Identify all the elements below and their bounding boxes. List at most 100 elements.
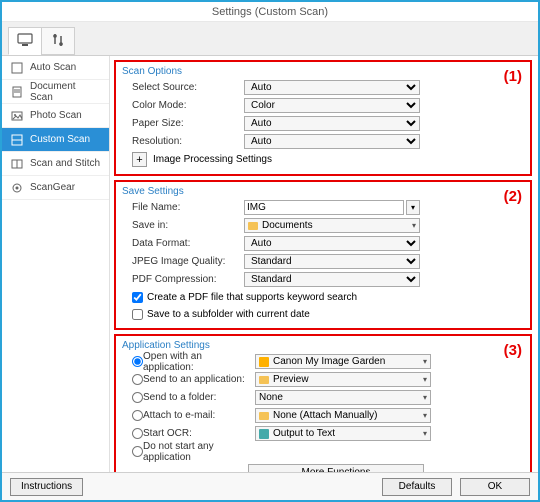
data-format-label: Data Format: xyxy=(122,238,244,249)
open-with-app-label: Open with an application: xyxy=(143,351,255,373)
send-to-folder-radio[interactable] xyxy=(132,392,143,403)
ocr-icon xyxy=(259,429,269,439)
save-in-label: Save in: xyxy=(122,220,244,231)
file-name-input[interactable] xyxy=(244,200,404,215)
defaults-label: Defaults xyxy=(399,481,436,492)
data-format-dropdown[interactable]: Auto xyxy=(244,236,420,251)
pdf-keyword-checkbox[interactable] xyxy=(132,292,143,303)
save-settings-title: Save Settings xyxy=(122,186,524,197)
sidebar-item-auto-scan[interactable]: Auto Scan xyxy=(2,56,109,80)
paper-size-label: Paper Size: xyxy=(122,118,244,129)
tools-icon xyxy=(51,33,65,50)
folder-icon xyxy=(248,222,258,230)
sidebar-item-document-scan[interactable]: Document Scan xyxy=(2,80,109,104)
pdf-compression-dropdown[interactable]: Standard xyxy=(244,272,420,287)
titlebar: Settings (Custom Scan) xyxy=(2,2,538,22)
resolution-dropdown[interactable]: Auto xyxy=(244,134,420,149)
app-settings-title: Application Settings xyxy=(122,340,524,351)
sidebar-item-label: ScanGear xyxy=(30,182,75,193)
more-functions-button[interactable]: More Functions xyxy=(248,464,424,473)
defaults-button[interactable]: Defaults xyxy=(382,478,452,496)
custom-icon xyxy=(10,134,24,146)
attach-email-radio[interactable] xyxy=(132,410,143,421)
callout-1: (1) xyxy=(504,68,522,85)
chevron-down-icon: ▾ xyxy=(423,357,427,366)
settings-window: Settings (Custom Scan) Auto Scan Documen… xyxy=(0,0,540,502)
save-in-dropdown[interactable]: Documents ▾ xyxy=(244,218,420,233)
send-to-app-dropdown[interactable]: Preview ▾ xyxy=(255,372,431,387)
application-settings-group: (3) Application Settings Open with an ap… xyxy=(114,334,532,472)
subfolder-label: Save to a subfolder with current date xyxy=(147,309,310,320)
sidebar-item-custom-scan[interactable]: Custom Scan xyxy=(2,128,109,152)
sidebar-item-photo-scan[interactable]: Photo Scan xyxy=(2,104,109,128)
send-to-folder-label: Send to a folder: xyxy=(143,392,255,403)
send-to-app-label: Send to an application: xyxy=(143,374,255,385)
paper-size-dropdown[interactable]: Auto xyxy=(244,116,420,131)
ok-button[interactable]: OK xyxy=(460,478,530,496)
content-area: (1) Scan Options Select Source: Auto Col… xyxy=(110,56,538,472)
save-settings-group: (2) Save Settings File Name: ▾ Save in: … xyxy=(114,180,532,330)
app-icon xyxy=(259,357,269,367)
stitch-icon xyxy=(10,158,24,170)
chevron-down-icon: ▾ xyxy=(423,429,427,438)
document-icon xyxy=(10,86,24,98)
chevron-down-icon: ▾ xyxy=(412,221,416,230)
callout-2: (2) xyxy=(504,188,522,205)
dialog-body: Auto Scan Document Scan Photo Scan Custo… xyxy=(2,56,538,472)
jpeg-quality-label: JPEG Image Quality: xyxy=(122,256,244,267)
chevron-down-icon: ▾ xyxy=(423,375,427,384)
app-icon xyxy=(259,376,269,384)
send-to-folder-value: None xyxy=(259,392,283,403)
ok-label: OK xyxy=(488,481,502,492)
pdf-compression-label: PDF Compression: xyxy=(122,274,244,285)
attach-email-value: None (Attach Manually) xyxy=(273,410,378,421)
attach-email-dropdown[interactable]: None (Attach Manually) ▾ xyxy=(255,408,431,423)
expand-image-processing-button[interactable]: + xyxy=(132,152,147,167)
mode-tabbar xyxy=(2,22,538,56)
tab-scan-from-computer[interactable] xyxy=(8,27,42,55)
file-name-label: File Name: xyxy=(122,202,244,213)
save-in-value: Documents xyxy=(262,220,313,231)
chevron-down-icon: ▾ xyxy=(423,411,427,420)
image-processing-label: Image Processing Settings xyxy=(153,154,272,165)
sidebar-item-scan-stitch[interactable]: Scan and Stitch xyxy=(2,152,109,176)
pdf-keyword-label: Create a PDF file that supports keyword … xyxy=(147,292,357,303)
sidebar-item-label: Scan and Stitch xyxy=(30,158,100,169)
select-source-label: Select Source: xyxy=(122,82,244,93)
chevron-down-icon: ▾ xyxy=(423,393,427,402)
color-mode-dropdown[interactable]: Color xyxy=(244,98,420,113)
scangear-icon xyxy=(10,182,24,194)
subfolder-checkbox[interactable] xyxy=(132,309,143,320)
sidebar: Auto Scan Document Scan Photo Scan Custo… xyxy=(2,56,110,472)
window-title: Settings (Custom Scan) xyxy=(212,6,328,18)
start-ocr-radio[interactable] xyxy=(132,428,143,439)
page-auto-icon xyxy=(10,62,24,74)
sidebar-item-label: Auto Scan xyxy=(30,62,76,73)
scan-options-group: (1) Scan Options Select Source: Auto Col… xyxy=(114,60,532,176)
resolution-label: Resolution: xyxy=(122,136,244,147)
select-source-dropdown[interactable]: Auto xyxy=(244,80,420,95)
send-to-app-value: Preview xyxy=(273,374,309,385)
color-mode-label: Color Mode: xyxy=(122,100,244,111)
start-ocr-dropdown[interactable]: Output to Text ▾ xyxy=(255,426,431,441)
tab-tools[interactable] xyxy=(41,27,75,55)
send-to-folder-dropdown[interactable]: None ▾ xyxy=(255,390,431,405)
do-not-start-radio[interactable] xyxy=(132,446,143,457)
instructions-button[interactable]: Instructions xyxy=(10,478,83,496)
jpeg-quality-dropdown[interactable]: Standard xyxy=(244,254,420,269)
start-ocr-value: Output to Text xyxy=(273,428,335,439)
more-functions-label: More Functions xyxy=(302,467,371,472)
send-to-app-radio[interactable] xyxy=(132,374,143,385)
mail-icon xyxy=(259,412,269,420)
open-with-app-dropdown[interactable]: Canon My Image Garden ▾ xyxy=(255,354,431,369)
sidebar-item-label: Custom Scan xyxy=(30,134,90,145)
sidebar-item-scangear[interactable]: ScanGear xyxy=(2,176,109,200)
chevron-down-icon[interactable]: ▾ xyxy=(406,200,420,215)
footer: Instructions Defaults OK xyxy=(2,472,538,500)
sidebar-item-label: Document Scan xyxy=(30,81,101,103)
instructions-label: Instructions xyxy=(21,481,72,492)
scan-options-title: Scan Options xyxy=(122,66,524,77)
attach-email-label: Attach to e-mail: xyxy=(143,410,255,421)
open-with-app-radio[interactable] xyxy=(132,356,143,367)
do-not-start-label: Do not start any application xyxy=(143,441,255,463)
